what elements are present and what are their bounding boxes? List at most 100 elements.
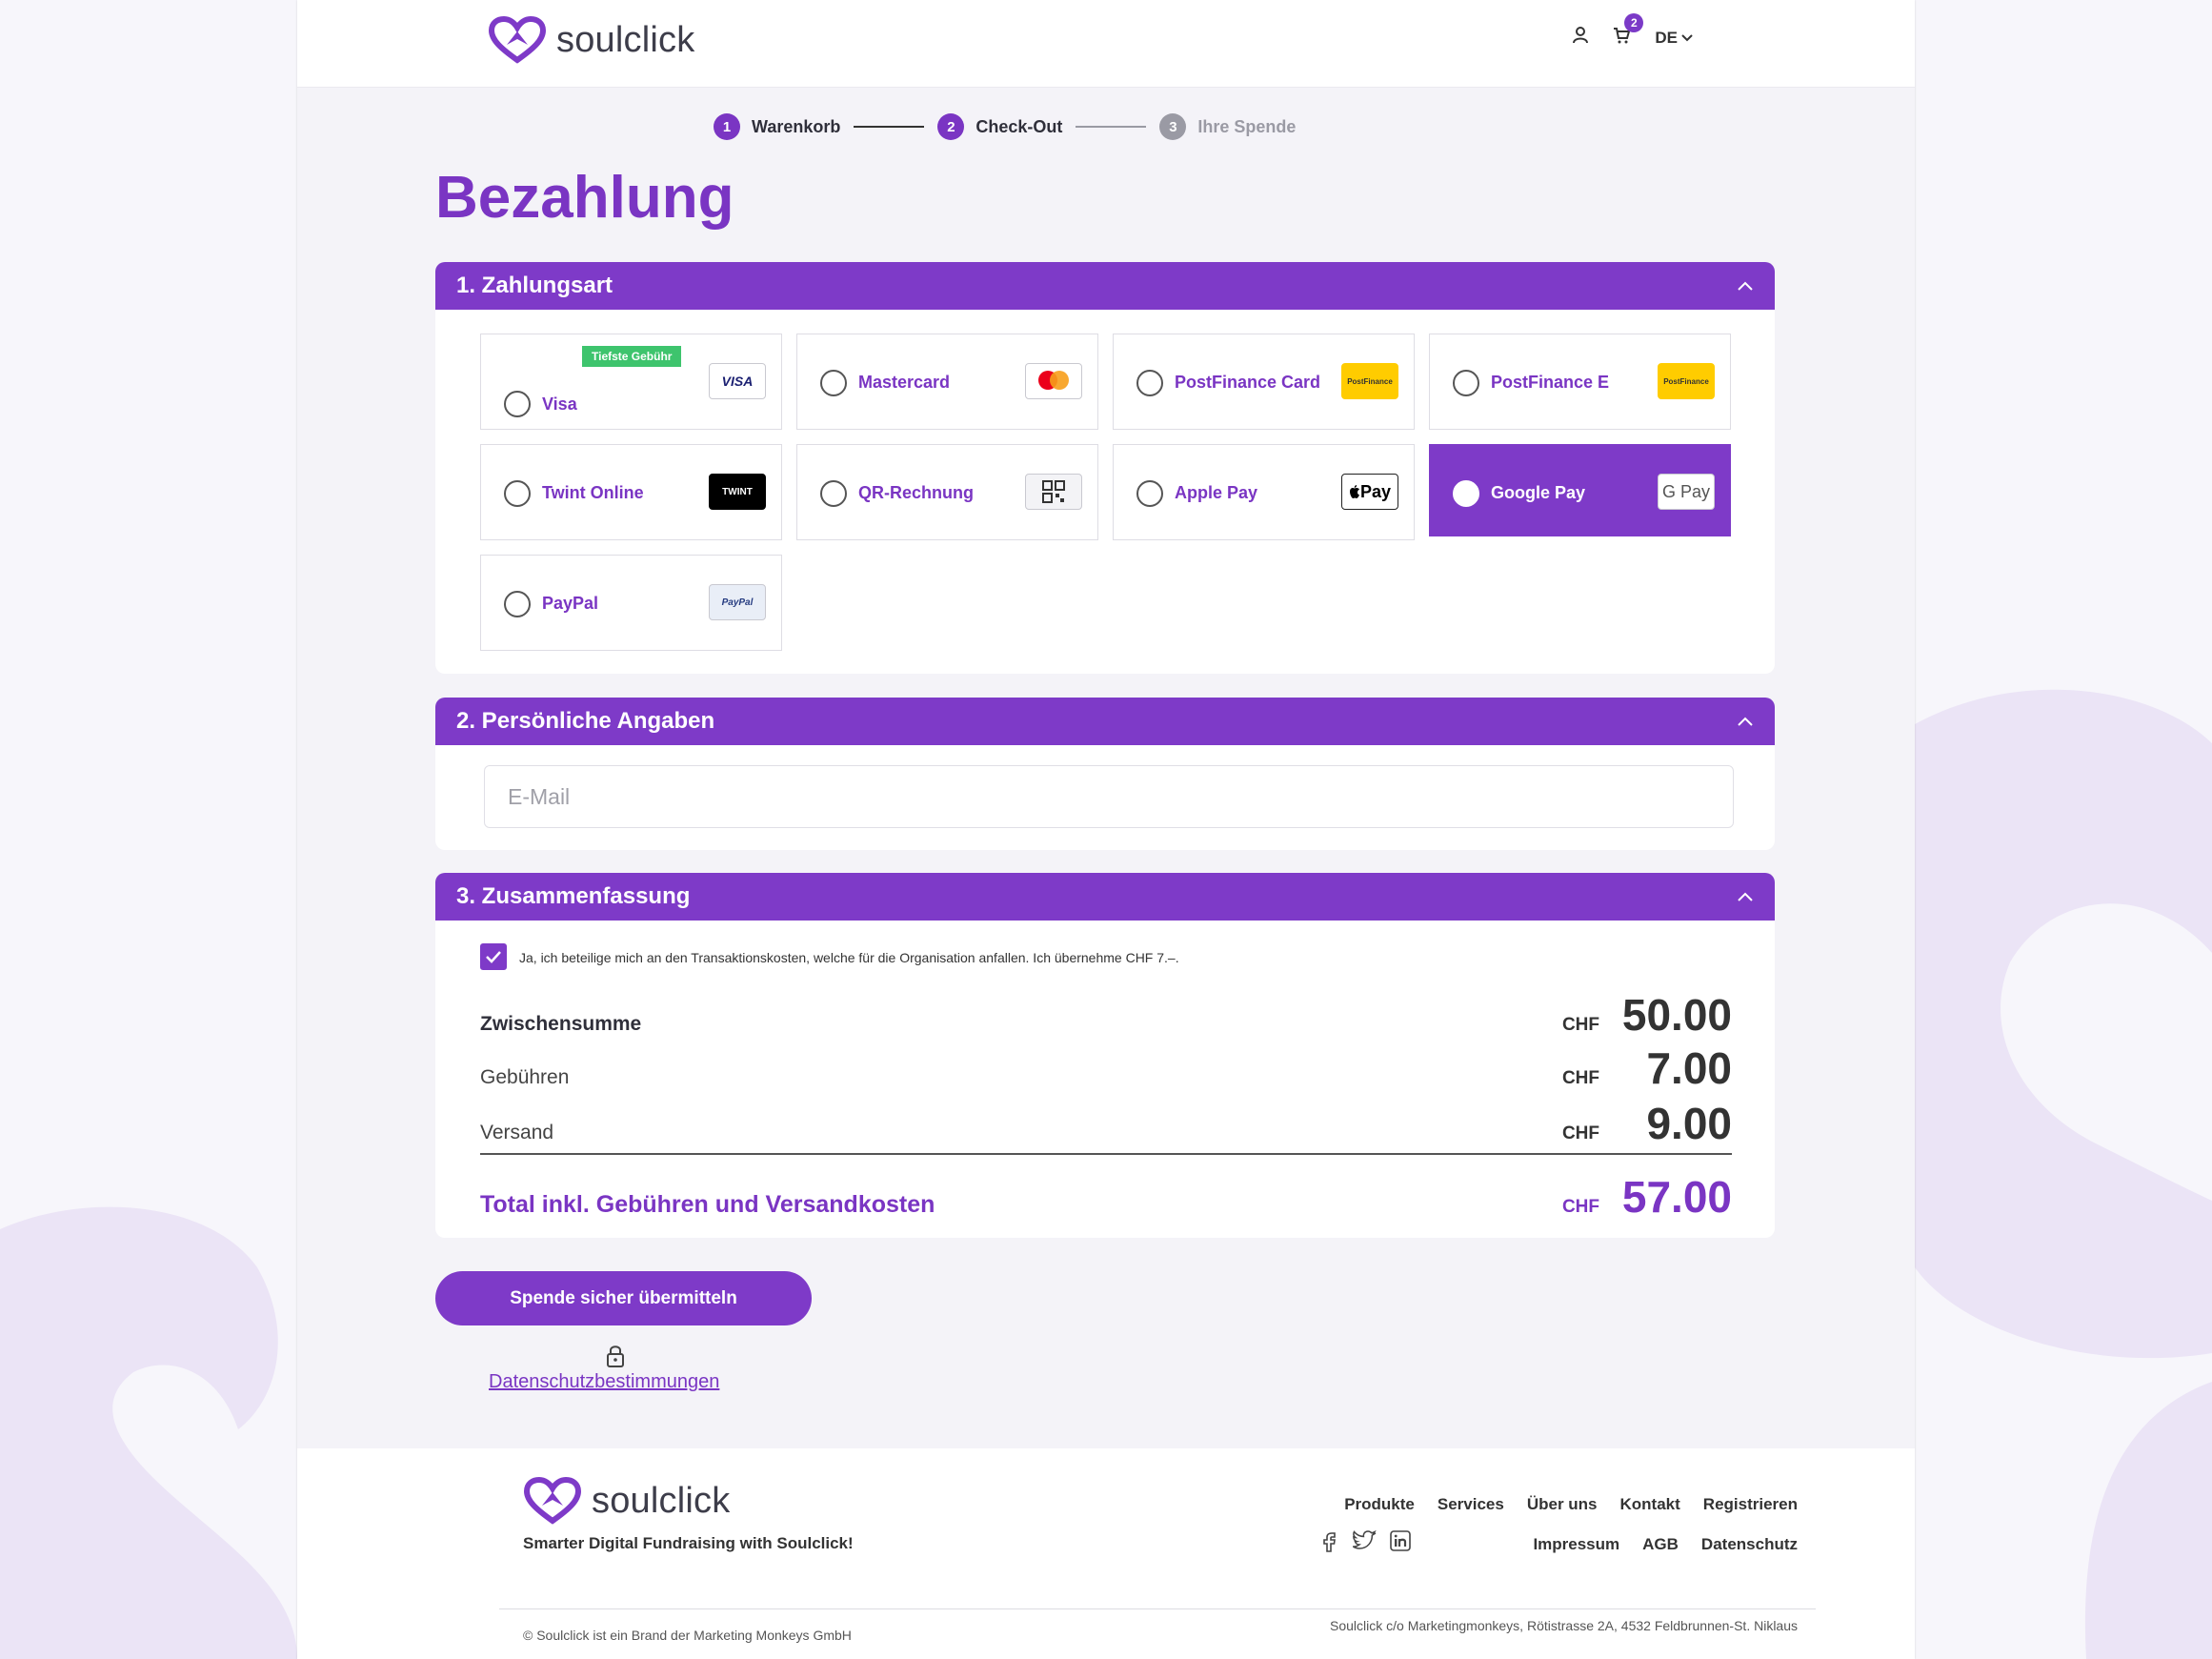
submit-donation-button[interactable]: Spende sicher übermitteln: [435, 1271, 812, 1325]
radio-button[interactable]: [1453, 480, 1479, 507]
footer-link-contact[interactable]: Kontakt: [1620, 1495, 1680, 1514]
paypal-logo-icon: PayPal: [709, 584, 766, 620]
footer-link-products[interactable]: Produkte: [1344, 1495, 1415, 1514]
email-field[interactable]: [484, 765, 1734, 828]
subtotal-value: 50.00: [1621, 990, 1732, 1040]
step-label: Check-Out: [975, 116, 1063, 136]
personal-section-header[interactable]: 2. Persönliche Angaben: [435, 698, 1775, 745]
footer-link-imprint[interactable]: Impressum: [1533, 1535, 1619, 1554]
page-title: Bezahlung: [435, 165, 734, 231]
brand-logo[interactable]: soulclick: [488, 16, 694, 64]
payment-option-postfinance-e[interactable]: PostFinance E PostFinance: [1429, 334, 1731, 430]
chevron-up-icon: [1738, 717, 1753, 726]
payment-option-twint[interactable]: Twint Online TWINT: [480, 444, 782, 540]
page-container: soulclick 2 DE 1 Warenkorb 2 Check-Out 3…: [297, 0, 1915, 1659]
twitter-icon[interactable]: [1352, 1529, 1377, 1557]
payment-option-qr-invoice[interactable]: QR-Rechnung: [796, 444, 1098, 540]
step-label: Ihre Spende: [1197, 116, 1297, 136]
shipping-value: 9.00: [1646, 1099, 1732, 1148]
radio-button[interactable]: [820, 370, 847, 396]
summary-section: 3. Zusammenfassung Ja, ich beteilige mic…: [435, 873, 1775, 1238]
footer-nav-primary: Produkte Services Über uns Kontakt Regis…: [1344, 1495, 1798, 1514]
total-label: Total inkl. Gebühren und Versandkosten: [480, 1191, 935, 1218]
total-amount: CHF 57.00: [1562, 1171, 1732, 1223]
radio-button[interactable]: [1453, 370, 1479, 396]
language-selector[interactable]: DE: [1655, 29, 1694, 48]
radio-button[interactable]: [504, 391, 531, 417]
subtotal-amount: CHF 50.00: [1562, 989, 1732, 1041]
footer-link-about[interactable]: Über uns: [1527, 1495, 1598, 1514]
section-title: 1. Zahlungsart: [456, 273, 613, 298]
shipping-amount: CHF 9.00: [1562, 1098, 1732, 1149]
google-pay-logo-icon: G Pay: [1658, 474, 1715, 510]
company-address: Soulclick c/o Marketingmonkeys, Rötistra…: [1330, 1618, 1798, 1633]
linkedin-icon[interactable]: [1389, 1529, 1412, 1557]
heart-logo-icon: [523, 1477, 582, 1525]
payment-option-apple-pay[interactable]: Apple Pay Pay: [1113, 444, 1415, 540]
footer-link-terms[interactable]: AGB: [1642, 1535, 1679, 1554]
payment-section-header[interactable]: 1. Zahlungsart: [435, 262, 1775, 310]
fee-consent-label: Ja, ich beteilige mich an den Transaktio…: [519, 950, 1179, 965]
step-donation: 3 Ihre Spende: [1159, 113, 1296, 140]
footer-nav-secondary: Impressum AGB Datenschutz: [1533, 1535, 1798, 1554]
checkmark-icon: [486, 951, 501, 963]
radio-button[interactable]: [504, 480, 531, 507]
step-connector: [1076, 126, 1147, 128]
fees-value: 7.00: [1646, 1043, 1732, 1093]
cart-count-badge: 2: [1624, 13, 1644, 32]
payment-option-visa[interactable]: Tiefste Gebühr Visa VISA: [480, 334, 782, 430]
apple-pay-logo-icon: Pay: [1341, 474, 1398, 510]
payment-option-postfinance-card[interactable]: PostFinance Card PostFinance: [1113, 334, 1415, 430]
step-checkout: 2 Check-Out: [937, 113, 1062, 140]
footer-link-register[interactable]: Registrieren: [1703, 1495, 1798, 1514]
social-links: [1318, 1529, 1412, 1557]
fee-consent-checkbox[interactable]: [480, 943, 507, 970]
summary-divider: [480, 1153, 1732, 1155]
radio-button[interactable]: [1136, 370, 1163, 396]
chevron-up-icon: [1738, 281, 1753, 291]
step-cart[interactable]: 1 Warenkorb: [714, 113, 840, 140]
facebook-icon[interactable]: [1318, 1529, 1341, 1557]
language-label: DE: [1655, 28, 1678, 47]
user-account-icon[interactable]: [1573, 27, 1589, 49]
qr-code-icon: [1025, 474, 1082, 510]
step-number: 3: [1159, 113, 1187, 140]
payment-option-label: PostFinance E: [1491, 373, 1610, 392]
step-number: 1: [714, 113, 740, 140]
radio-button[interactable]: [1136, 480, 1163, 507]
privacy-policy-link[interactable]: Datenschutzbestimmungen: [489, 1371, 719, 1393]
mastercard-logo-icon: [1025, 363, 1082, 399]
payment-option-mastercard[interactable]: Mastercard: [796, 334, 1098, 430]
currency-label: CHF: [1561, 1123, 1599, 1143]
section-title: 2. Persönliche Angaben: [456, 708, 715, 734]
header-actions: 2 DE: [1573, 13, 1694, 49]
payment-option-paypal[interactable]: PayPal PayPal: [480, 555, 782, 651]
payment-option-label: Visa: [542, 395, 577, 414]
radio-button[interactable]: [820, 480, 847, 507]
postfinance-logo-icon: PostFinance: [1341, 363, 1398, 399]
heart-logo-icon: [488, 16, 547, 64]
summary-section-header[interactable]: 3. Zusammenfassung: [435, 873, 1775, 921]
currency-label: CHF: [1561, 1068, 1599, 1088]
currency-label: CHF: [1561, 1197, 1599, 1217]
footer-brand-logo[interactable]: soulclick: [523, 1477, 730, 1525]
twint-logo-icon: TWINT: [709, 474, 766, 510]
brand-name: soulclick: [592, 1480, 731, 1521]
shipping-label: Versand: [480, 1122, 554, 1143]
payment-option-label: Mastercard: [858, 373, 951, 392]
fees-label: Gebühren: [480, 1066, 570, 1088]
cart-button[interactable]: 2: [1613, 13, 1644, 49]
footer-divider: [499, 1608, 1816, 1609]
subtotal-label: Zwischensumme: [480, 1013, 642, 1035]
fees-amount: CHF 7.00: [1562, 1042, 1732, 1094]
footer-link-privacy[interactable]: Datenschutz: [1701, 1535, 1798, 1554]
shipping-row: Versand CHF 9.00: [480, 1098, 1732, 1149]
radio-button[interactable]: [504, 591, 531, 617]
footer-link-services[interactable]: Services: [1438, 1495, 1504, 1514]
step-label: Warenkorb: [752, 116, 841, 136]
payment-option-google-pay[interactable]: Google Pay G Pay: [1429, 444, 1731, 536]
payment-option-label: Google Pay: [1491, 483, 1586, 502]
top-bar: soulclick 2 DE: [297, 0, 1915, 88]
total-row: Total inkl. Gebühren und Versandkosten C…: [480, 1171, 1732, 1223]
step-number: 2: [937, 113, 965, 140]
